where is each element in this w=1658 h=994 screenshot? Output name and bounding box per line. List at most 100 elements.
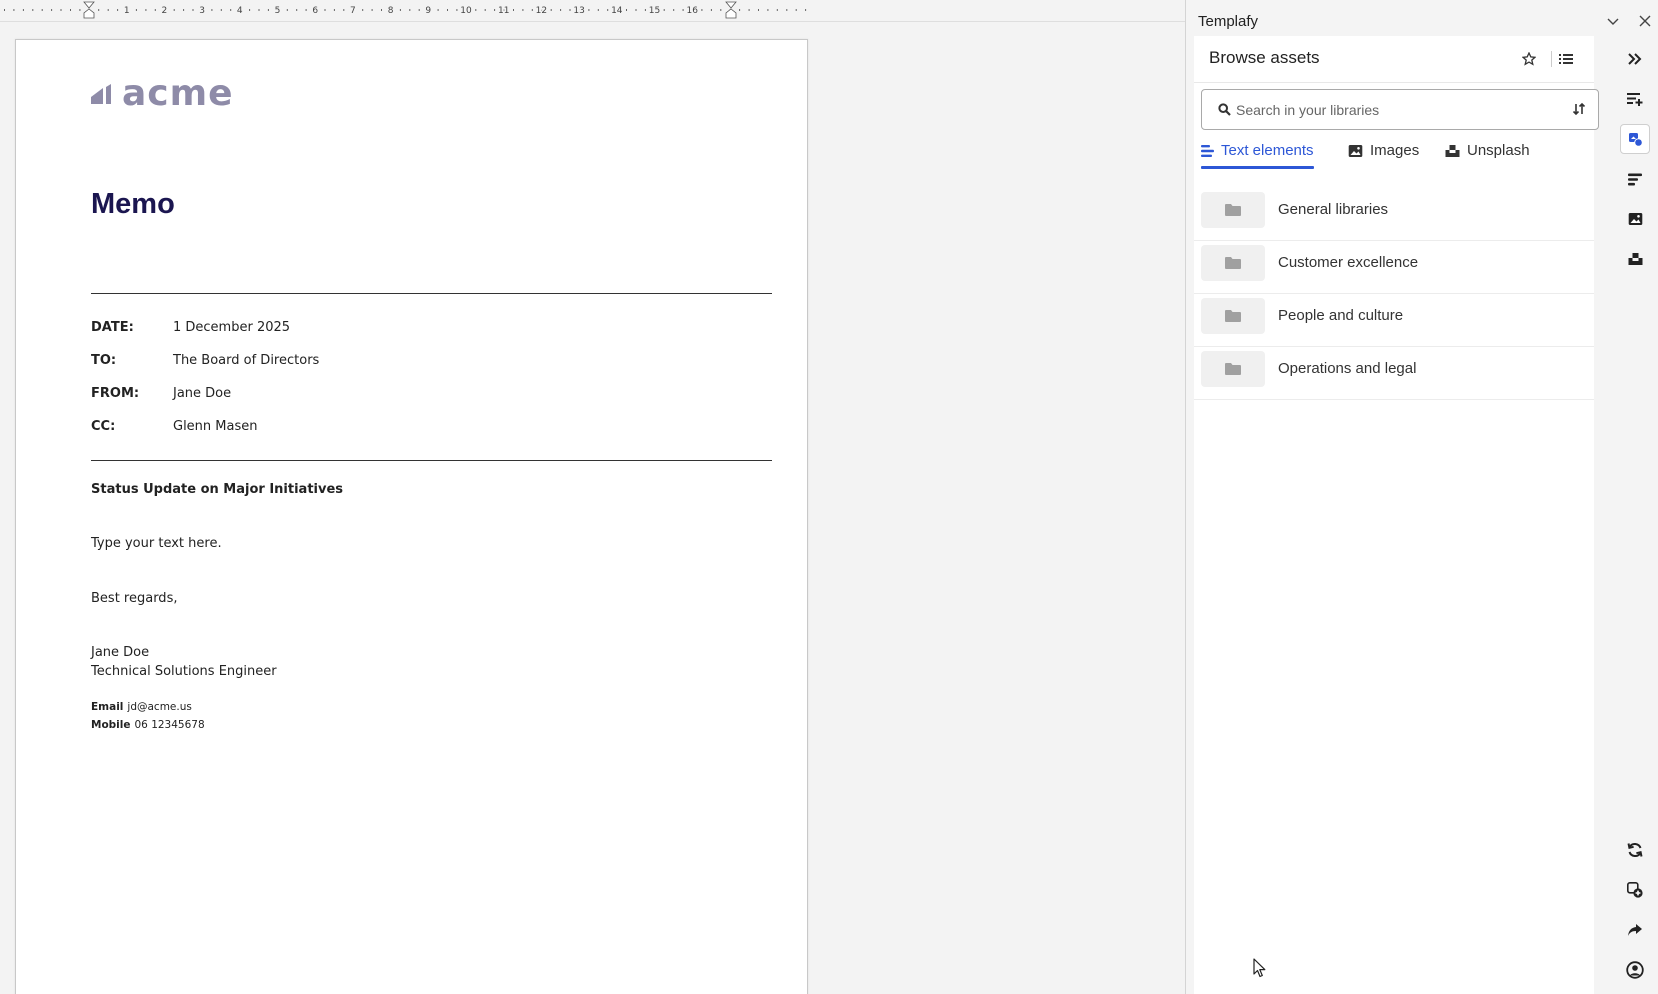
field-value: Jane Doe: [173, 386, 232, 401]
field-label: FROM:: [91, 386, 140, 401]
ruler-label: 3: [199, 6, 205, 16]
memo-body[interactable]: Type your text here.: [91, 536, 222, 551]
unsplash-icon[interactable]: [1620, 244, 1650, 274]
ruler-tick: [267, 9, 269, 11]
tab-label: Text elements: [1221, 142, 1314, 159]
ruler-tick: [494, 9, 496, 11]
ruler-label: 13: [573, 6, 584, 16]
ruler-tick: [79, 9, 81, 11]
divider-top: [91, 293, 772, 294]
ruler-tick: [701, 9, 703, 11]
mobile-label: Mobile: [91, 719, 131, 731]
refresh-icon[interactable]: [1620, 835, 1650, 865]
ruler-scale: 1 2 3 4 5 6 7 8 9 10 11 12 13 14 15 16: [4, 1, 807, 19]
tab-text-elements[interactable]: Text elements: [1201, 142, 1314, 172]
company-logo: acme: [91, 76, 234, 112]
header-separator: [1551, 51, 1552, 67]
folder-label: Customer excellence: [1278, 254, 1419, 271]
email-label: Email: [91, 701, 124, 713]
panel-title: Templafy: [1198, 13, 1259, 30]
sort-filter-icon[interactable]: [1572, 102, 1586, 121]
text-elements-icon[interactable]: [1620, 164, 1650, 194]
left-indent-marker[interactable]: [83, 1, 95, 19]
ruler-label: 16: [686, 6, 698, 16]
browse-assets-heading: Browse assets: [1209, 48, 1320, 67]
field-value: 1 December 2025: [173, 320, 291, 335]
search-input[interactable]: [1236, 98, 1566, 122]
ruler-tick: [107, 9, 109, 11]
ruler-tick: [682, 9, 684, 11]
folder-icon: [1225, 204, 1241, 216]
close-icon[interactable]: [1636, 12, 1654, 30]
memo-subject: Status Update on Major Initiatives: [91, 482, 344, 497]
ruler-label: 4: [237, 6, 243, 16]
ruler-tick: [739, 9, 741, 11]
assets-icon[interactable]: [1620, 124, 1650, 154]
folder-operations-and-legal[interactable]: Operations and legal: [1194, 347, 1594, 400]
ruler-tick: [117, 9, 119, 11]
ruler-tick: [531, 9, 533, 11]
ruler-label: 1: [124, 6, 130, 16]
ruler-tick: [362, 9, 364, 11]
share-icon[interactable]: [1620, 915, 1650, 945]
account-icon[interactable]: [1620, 955, 1650, 985]
chevron-down-icon[interactable]: [1604, 12, 1622, 30]
favorites-pin-icon[interactable]: [1519, 49, 1539, 69]
text-plus-icon[interactable]: [1620, 84, 1650, 114]
image-icon[interactable]: [1620, 204, 1650, 234]
templafy-panel: Templafy Browse assets Text: [1185, 0, 1658, 994]
ruler-tick: [296, 9, 298, 11]
ruler-tick: [484, 9, 486, 11]
ruler-tick: [748, 9, 750, 11]
active-tab-indicator: [1201, 166, 1314, 169]
folder-general-libraries[interactable]: General libraries: [1194, 188, 1594, 241]
field-value: Glenn Masen: [173, 419, 258, 434]
ruler-tick: [663, 9, 665, 11]
mobile-value: 06 12345678: [134, 719, 205, 731]
folder-tile: [1201, 351, 1265, 387]
ruler-tick: [409, 9, 411, 11]
folder-tile: [1201, 245, 1265, 281]
ruler-tick: [211, 9, 213, 11]
folder-icon: [1225, 310, 1241, 322]
ruler-tick: [550, 9, 552, 11]
ruler-tick: [635, 9, 637, 11]
add-copy-icon[interactable]: [1620, 875, 1650, 905]
ruler-tick: [720, 9, 722, 11]
document-page[interactable]: acme Memo DATE: 1 December 2025 TO: The …: [15, 39, 808, 994]
folder-people-and-culture[interactable]: People and culture: [1194, 294, 1594, 347]
text-lines-icon: [1201, 142, 1214, 162]
search-icon: [1218, 103, 1231, 121]
divider-bottom: [91, 460, 772, 461]
double-chevron-right-icon[interactable]: [1620, 44, 1650, 74]
list-view-icon[interactable]: [1556, 49, 1576, 69]
right-indent-marker[interactable]: [725, 1, 737, 19]
tab-unsplash[interactable]: Unsplash: [1445, 142, 1530, 172]
ruler-tick: [607, 9, 609, 11]
ruler-tick: [249, 9, 251, 11]
ruler-tick: [673, 9, 675, 11]
email-value: jd@acme.us: [127, 701, 192, 713]
side-rail: [1613, 36, 1658, 994]
ruler-label: 5: [275, 6, 281, 16]
ruler-tick: [758, 9, 759, 11]
folder-customer-excellence[interactable]: Customer excellence: [1194, 241, 1594, 294]
heading-divider: [1194, 82, 1594, 83]
ruler-label: 11: [498, 6, 509, 16]
tab-images[interactable]: Images: [1348, 142, 1419, 172]
ruler-tick: [230, 9, 232, 11]
ruler-tick: [51, 9, 53, 11]
ruler-tick: [333, 9, 335, 11]
field-label: CC:: [91, 419, 116, 434]
ruler-label: 15: [649, 6, 660, 16]
ruler-tick: [343, 9, 345, 11]
field-value: The Board of Directors: [173, 353, 320, 368]
horizontal-ruler[interactable]: 1 2 3 4 5 6 7 8 9 10 11 12 13 14 15 16: [0, 0, 1185, 22]
ruler-label: 12: [536, 6, 547, 16]
ruler-tick: [13, 9, 15, 11]
signature-mobile: Mobile 06 12345678: [91, 719, 205, 731]
ruler-tick: [626, 9, 627, 11]
search-box[interactable]: [1201, 89, 1599, 130]
ruler-tick: [41, 9, 43, 11]
tab-label: Images: [1370, 142, 1420, 159]
